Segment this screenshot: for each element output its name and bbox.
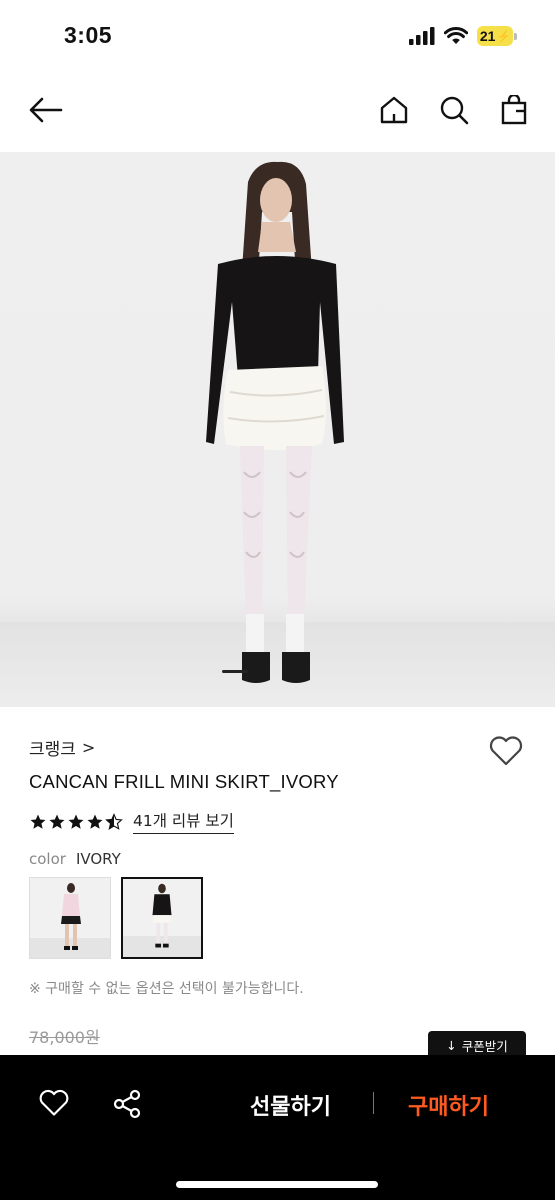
wishlist-heart-icon[interactable]: [488, 735, 524, 769]
brand-link[interactable]: 크랭크 >: [29, 735, 95, 760]
back-arrow-icon[interactable]: [28, 92, 64, 128]
signal-icon: [409, 27, 435, 45]
search-icon[interactable]: [436, 92, 472, 128]
shopping-bag-icon[interactable]: [496, 92, 532, 128]
option-notice: ※ 구매할 수 없는 옵션은 선택이 불가능합니다.: [29, 981, 304, 997]
buy-button[interactable]: 구매하기: [408, 1089, 489, 1121]
download-arrow-icon: ↓: [446, 1037, 457, 1053]
heart-icon[interactable]: [38, 1088, 70, 1120]
star-icon: [87, 814, 103, 829]
color-thumbnail-selected[interactable]: [121, 877, 203, 959]
model-figure: [206, 161, 344, 683]
star-icon: [49, 814, 65, 829]
color-value: IVORY: [75, 850, 121, 868]
original-price: 78,000원: [29, 1028, 100, 1047]
bottom-action-bar: 선물하기 구매하기: [0, 1055, 555, 1200]
product-image[interactable]: [0, 152, 555, 707]
rating-row: 41개 리뷰 보기: [29, 809, 234, 834]
color-thumbnail-option[interactable]: [29, 877, 111, 959]
share-icon[interactable]: [111, 1088, 143, 1120]
wifi-icon: [444, 27, 468, 44]
gift-button[interactable]: 선물하기: [250, 1089, 331, 1121]
star-icon: [68, 814, 84, 829]
image-page-indicator: [222, 670, 248, 673]
top-nav-bar: [0, 80, 555, 142]
chevron-right-icon: >: [81, 738, 96, 757]
battery-level: 21: [479, 28, 496, 44]
home-icon[interactable]: [376, 92, 412, 128]
action-divider: [373, 1092, 374, 1114]
coupon-button-label: 쿠폰받기: [461, 1038, 508, 1054]
color-option-row: color IVORY: [29, 850, 121, 868]
review-link[interactable]: 41개 리뷰 보기: [133, 809, 234, 834]
status-icons: 21 ⚡: [409, 26, 517, 46]
color-thumbnails: [29, 877, 203, 959]
status-bar: 3:05 21 ⚡: [0, 0, 555, 72]
status-time: 3:05: [64, 22, 113, 48]
star-rating: [29, 812, 123, 831]
color-label: color: [29, 850, 66, 868]
home-indicator: [176, 1181, 378, 1188]
half-star-icon: [105, 812, 123, 830]
battery-icon: 21 ⚡: [477, 26, 517, 46]
product-title: CANCAN FRILL MINI SKIRT_IVORY: [29, 771, 339, 792]
star-icon: [30, 814, 46, 829]
brand-name: 크랭크: [29, 740, 76, 760]
